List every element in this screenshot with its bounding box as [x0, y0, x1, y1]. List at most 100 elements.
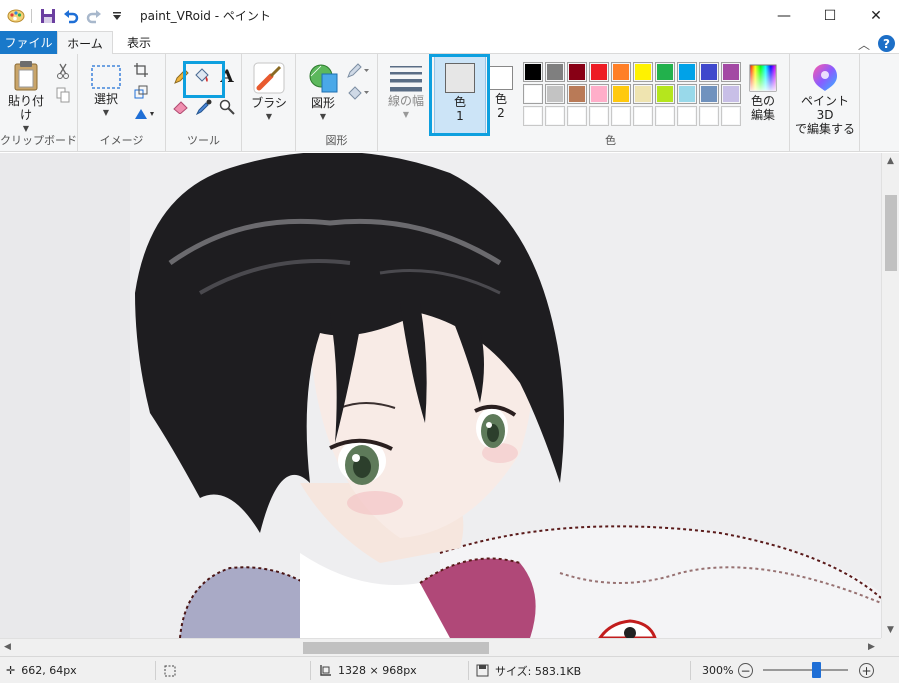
fill-icon[interactable] [346, 84, 372, 102]
help-icon[interactable]: ? [878, 35, 895, 52]
title-bar: paint_VRoid - ペイント — ☐ ✕ [0, 0, 899, 31]
shapes-button[interactable]: 図形 ▼ [303, 62, 343, 121]
line-width-dropdown-icon[interactable]: ▼ [403, 110, 409, 119]
palette-color-swatch[interactable] [567, 62, 587, 82]
paint3d-label-2: で編集する [794, 122, 855, 136]
color2-button[interactable]: 色 2 [488, 66, 514, 120]
outline-icon[interactable] [346, 62, 372, 80]
palette-color-swatch[interactable] [655, 62, 675, 82]
palette-color-swatch[interactable] [655, 84, 675, 104]
color1-highlight [429, 54, 490, 136]
paste-label: 貼り付け [7, 94, 44, 122]
palette-color-swatch[interactable] [523, 106, 543, 126]
color2-swatch [489, 66, 513, 90]
shapes-dropdown-icon[interactable]: ▼ [320, 112, 326, 121]
vertical-scrollbar[interactable]: ▲ ▼ [881, 153, 899, 638]
zoom-in-button[interactable]: + [859, 663, 874, 678]
horizontal-scrollbar[interactable]: ◀ ▶ [0, 638, 881, 656]
palette-color-swatch[interactable] [589, 106, 609, 126]
palette-color-swatch[interactable] [721, 62, 741, 82]
scroll-left-icon[interactable]: ◀ [4, 642, 11, 652]
palette-color-swatch[interactable] [677, 84, 697, 104]
paint-app-icon[interactable] [7, 7, 25, 25]
maximize-button[interactable]: ☐ [807, 0, 853, 31]
resize-icon[interactable] [132, 83, 150, 101]
ribbon-tab-strip: ファイル ホーム 表示 ︿ ? [0, 31, 899, 55]
paste-button[interactable]: 貼り付け ▼ [4, 60, 48, 133]
select-dropdown-icon[interactable]: ▼ [103, 108, 109, 117]
palette-color-swatch[interactable] [589, 84, 609, 104]
file-size: サイズ: 583.1KB [476, 657, 581, 683]
cursor-position-icon: ✛ [6, 664, 16, 677]
cursor-position-text: 662, 64px [21, 664, 77, 677]
shapes-group-label: 図形 [325, 134, 348, 147]
scroll-down-icon[interactable]: ▼ [887, 625, 894, 635]
palette-color-swatch[interactable] [633, 62, 653, 82]
color2-number: 2 [497, 106, 505, 120]
select-button[interactable]: 選択 ▼ [86, 64, 126, 117]
close-button[interactable]: ✕ [853, 0, 899, 31]
palette-color-swatch[interactable] [567, 84, 587, 104]
palette-color-swatch[interactable] [523, 84, 543, 104]
palette-color-swatch[interactable] [545, 84, 565, 104]
canvas-image[interactable] [0, 153, 881, 638]
brushes-dropdown-icon[interactable]: ▼ [266, 112, 272, 121]
palette-color-swatch[interactable] [545, 106, 565, 126]
paint3d-label-1: ペイント 3D [800, 94, 849, 122]
tab-file[interactable]: ファイル [0, 31, 57, 54]
palette-color-swatch[interactable] [721, 106, 741, 126]
eraser-icon[interactable] [172, 98, 190, 116]
palette-color-swatch[interactable] [567, 106, 587, 126]
palette-color-swatch[interactable] [721, 84, 741, 104]
edit-colors-button[interactable]: 色の 編集 [744, 64, 782, 122]
scroll-corner [881, 638, 899, 656]
tab-home[interactable]: ホーム [57, 31, 113, 55]
palette-color-swatch[interactable] [699, 62, 719, 82]
line-width-icon [390, 66, 422, 92]
magnifier-icon[interactable] [218, 98, 236, 116]
palette-color-swatch[interactable] [655, 106, 675, 126]
color-picker-icon[interactable] [195, 98, 213, 116]
status-separator [468, 661, 469, 680]
palette-color-swatch[interactable] [633, 106, 653, 126]
palette-color-swatch[interactable] [699, 84, 719, 104]
edit-colors-label-1: 色の [750, 94, 775, 108]
scroll-up-icon[interactable]: ▲ [887, 156, 894, 166]
quick-access-separator [31, 8, 32, 23]
brushes-button[interactable]: ブラシ ▼ [249, 62, 289, 121]
palette-color-swatch[interactable] [611, 62, 631, 82]
palette-color-swatch[interactable] [545, 62, 565, 82]
palette-color-swatch[interactable] [633, 84, 653, 104]
canvas-area[interactable] [0, 153, 881, 638]
status-separator [690, 661, 691, 680]
file-size-text: サイズ: 583.1KB [495, 664, 582, 678]
palette-color-swatch[interactable] [677, 62, 697, 82]
palette-color-swatch[interactable] [611, 106, 631, 126]
zoom-slider-thumb[interactable] [812, 662, 821, 678]
customize-quick-access-icon[interactable] [107, 6, 127, 26]
cut-icon[interactable] [54, 62, 72, 80]
copy-icon[interactable] [54, 86, 72, 104]
tab-view[interactable]: 表示 [115, 31, 163, 54]
horizontal-scroll-thumb[interactable] [303, 642, 489, 654]
vertical-scroll-thumb[interactable] [885, 195, 897, 271]
palette-color-swatch[interactable] [699, 106, 719, 126]
fill-tool-highlight [183, 61, 225, 98]
edit-in-paint3d-button[interactable]: ペイント 3D で編集する [792, 62, 858, 136]
palette-color-swatch[interactable] [611, 84, 631, 104]
palette-color-swatch[interactable] [589, 62, 609, 82]
save-icon[interactable] [38, 6, 58, 26]
undo-icon[interactable] [61, 6, 81, 26]
palette-color-swatch[interactable] [677, 106, 697, 126]
zoom-slider-track[interactable] [763, 669, 848, 671]
scroll-right-icon[interactable]: ▶ [868, 642, 875, 652]
crop-icon[interactable] [132, 61, 150, 79]
zoom-out-button[interactable]: − [738, 663, 753, 678]
palette-color-swatch[interactable] [523, 62, 543, 82]
rotate-icon[interactable] [132, 105, 158, 123]
line-width-button[interactable]: 線の幅 ▼ [383, 64, 429, 119]
redo-icon[interactable] [84, 6, 104, 26]
collapse-ribbon-icon[interactable]: ︿ [858, 36, 870, 53]
shapes-group: 図形 ▼ 図形 [296, 54, 378, 152]
minimize-button[interactable]: — [761, 0, 807, 31]
